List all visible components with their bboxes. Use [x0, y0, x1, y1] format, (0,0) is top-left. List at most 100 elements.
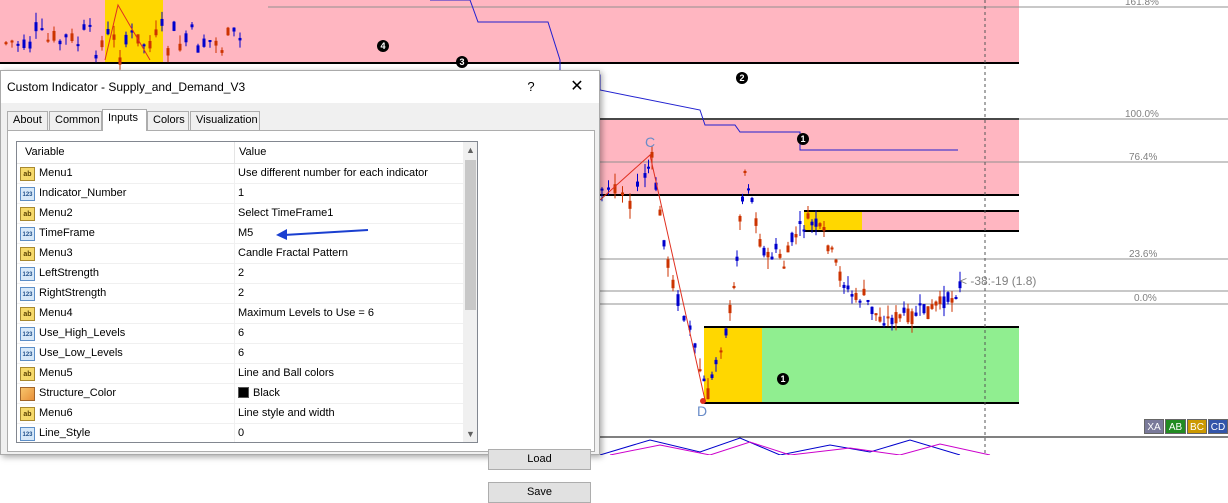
candle-body: [834, 259, 838, 263]
candle-body: [190, 24, 194, 28]
input-row[interactable]: 123 Indicator_Number 1: [17, 184, 463, 204]
close-button[interactable]: ✕: [563, 77, 591, 97]
input-variable-name: Use_High_Levels: [39, 327, 126, 339]
input-row[interactable]: ab Menu2 Select TimeFrame1: [17, 204, 463, 224]
input-row[interactable]: 123 LeftStrength 2: [17, 264, 463, 284]
input-row[interactable]: 123 TimeFrame M5: [17, 224, 463, 244]
integer-type-icon: 123: [20, 227, 35, 241]
cd-button[interactable]: CD: [1208, 419, 1228, 434]
column-header-value[interactable]: Value: [239, 146, 266, 158]
candle-body: [82, 24, 86, 30]
input-value-field[interactable]: M5: [238, 227, 253, 239]
input-row[interactable]: 123 Use_Low_Levels 6: [17, 344, 463, 364]
input-value-field[interactable]: 1: [238, 187, 244, 199]
load-button[interactable]: Load: [488, 449, 591, 470]
input-value-field[interactable]: 0: [238, 427, 244, 439]
candle-body: [208, 40, 212, 43]
bc-button[interactable]: BC: [1187, 419, 1207, 434]
column-header-variable[interactable]: Variable: [25, 146, 65, 158]
candle-body: [914, 312, 918, 316]
input-row[interactable]: ab Menu5 Line and Ball colors: [17, 364, 463, 384]
level-ball-marker: 4: [377, 40, 389, 52]
tab-visualization[interactable]: Visualization: [190, 111, 260, 130]
candle-body: [890, 317, 894, 325]
input-variable-name: Use_Low_Levels: [39, 347, 123, 359]
input-row[interactable]: ab Menu3 Candle Fractal Pattern: [17, 244, 463, 264]
save-button[interactable]: Save: [488, 482, 591, 503]
candle-body: [754, 218, 758, 226]
input-row[interactable]: 123 Line_Style 0: [17, 424, 463, 442]
input-value-field[interactable]: 2: [238, 287, 244, 299]
tab-about[interactable]: About: [7, 111, 48, 130]
input-value-field[interactable]: Black: [238, 387, 280, 399]
candle-body: [124, 34, 128, 45]
input-row[interactable]: ab Menu4 Maximum Levels to Use = 6: [17, 304, 463, 324]
string-type-icon: ab: [20, 307, 35, 321]
tab-common[interactable]: Common: [49, 111, 102, 130]
input-row[interactable]: ab Menu1 Use different number for each ind…: [17, 164, 463, 184]
scroll-thumb[interactable]: [465, 160, 476, 310]
candle-body: [886, 316, 890, 319]
input-row[interactable]: Structure_Color Black: [17, 384, 463, 404]
input-value-field[interactable]: Candle Fractal Pattern: [238, 247, 348, 259]
color-swatch: [238, 387, 249, 398]
candle-body: [658, 209, 662, 216]
candle-body: [862, 288, 866, 296]
fractal-zone-small: [804, 211, 862, 231]
tab-inputs[interactable]: Inputs: [102, 109, 147, 131]
input-row[interactable]: ab Menu6 Line style and width: [17, 404, 463, 424]
scroll-up-icon[interactable]: ▲: [463, 142, 477, 158]
candle-body: [846, 285, 850, 290]
input-variable-name: Structure_Color: [39, 387, 117, 399]
price-tag: < -38:-19 (1.8): [960, 274, 1037, 288]
tab-colors[interactable]: Colors: [147, 111, 189, 130]
candle-body: [930, 304, 934, 309]
input-value-field[interactable]: 6: [238, 327, 244, 339]
candle-body: [621, 192, 624, 196]
string-type-icon: ab: [20, 367, 35, 381]
candle-body: [866, 299, 870, 302]
grid-scrollbar[interactable]: ▲ ▼: [463, 142, 477, 442]
input-row[interactable]: 123 RightStrength 2: [17, 284, 463, 304]
candle-body: [758, 239, 762, 247]
input-value-field[interactable]: 6: [238, 347, 244, 359]
input-value-field[interactable]: 2: [238, 267, 244, 279]
input-value-field[interactable]: Select TimeFrame1: [238, 207, 333, 219]
inputs-grid: Variable Value ab Menu1 Use different numb…: [16, 141, 478, 443]
candle-body: [735, 256, 739, 261]
candle-body: [790, 232, 794, 243]
input-row[interactable]: 123 Use_High_Levels 6: [17, 324, 463, 344]
supply-zone-mid: [600, 119, 1019, 195]
dialog-titlebar[interactable]: Custom Indicator - Supply_and_Demand_V3 …: [1, 71, 599, 103]
fib-label: 76.4%: [1129, 152, 1158, 163]
candle-body: [728, 304, 732, 314]
candle-body: [64, 34, 68, 38]
ab-button[interactable]: AB: [1165, 419, 1186, 434]
candle-body: [743, 171, 747, 174]
candle-body: [202, 38, 206, 47]
candle-body: [942, 296, 946, 309]
scroll-down-icon[interactable]: ▼: [463, 426, 477, 442]
candle-body: [950, 298, 954, 303]
candle-body: [858, 300, 862, 303]
candle-body: [607, 187, 610, 190]
fib-label: 23.6%: [1129, 249, 1158, 260]
candle-body: [719, 350, 723, 353]
level-ball-marker: 1: [777, 373, 789, 385]
help-button[interactable]: ?: [519, 77, 543, 97]
input-value-field[interactable]: Maximum Levels to Use = 6: [238, 307, 374, 319]
xa-button[interactable]: XA: [1144, 419, 1164, 434]
candle-body: [28, 41, 32, 49]
candle-body: [878, 316, 882, 322]
candle-body: [160, 18, 164, 26]
input-value-field[interactable]: Line style and width: [238, 407, 335, 419]
input-value-field[interactable]: Use different number for each indicator: [238, 167, 428, 179]
candle-body: [738, 215, 742, 222]
input-value-field[interactable]: Line and Ball colors: [238, 367, 334, 379]
candle-body: [184, 33, 188, 43]
inputs-panel: Variable Value ab Menu1 Use different numb…: [7, 130, 595, 503]
candle-body: [226, 27, 230, 36]
candle-body: [94, 54, 98, 59]
level-ball-marker: 2: [736, 72, 748, 84]
fractal-zone-demand: [704, 327, 762, 403]
